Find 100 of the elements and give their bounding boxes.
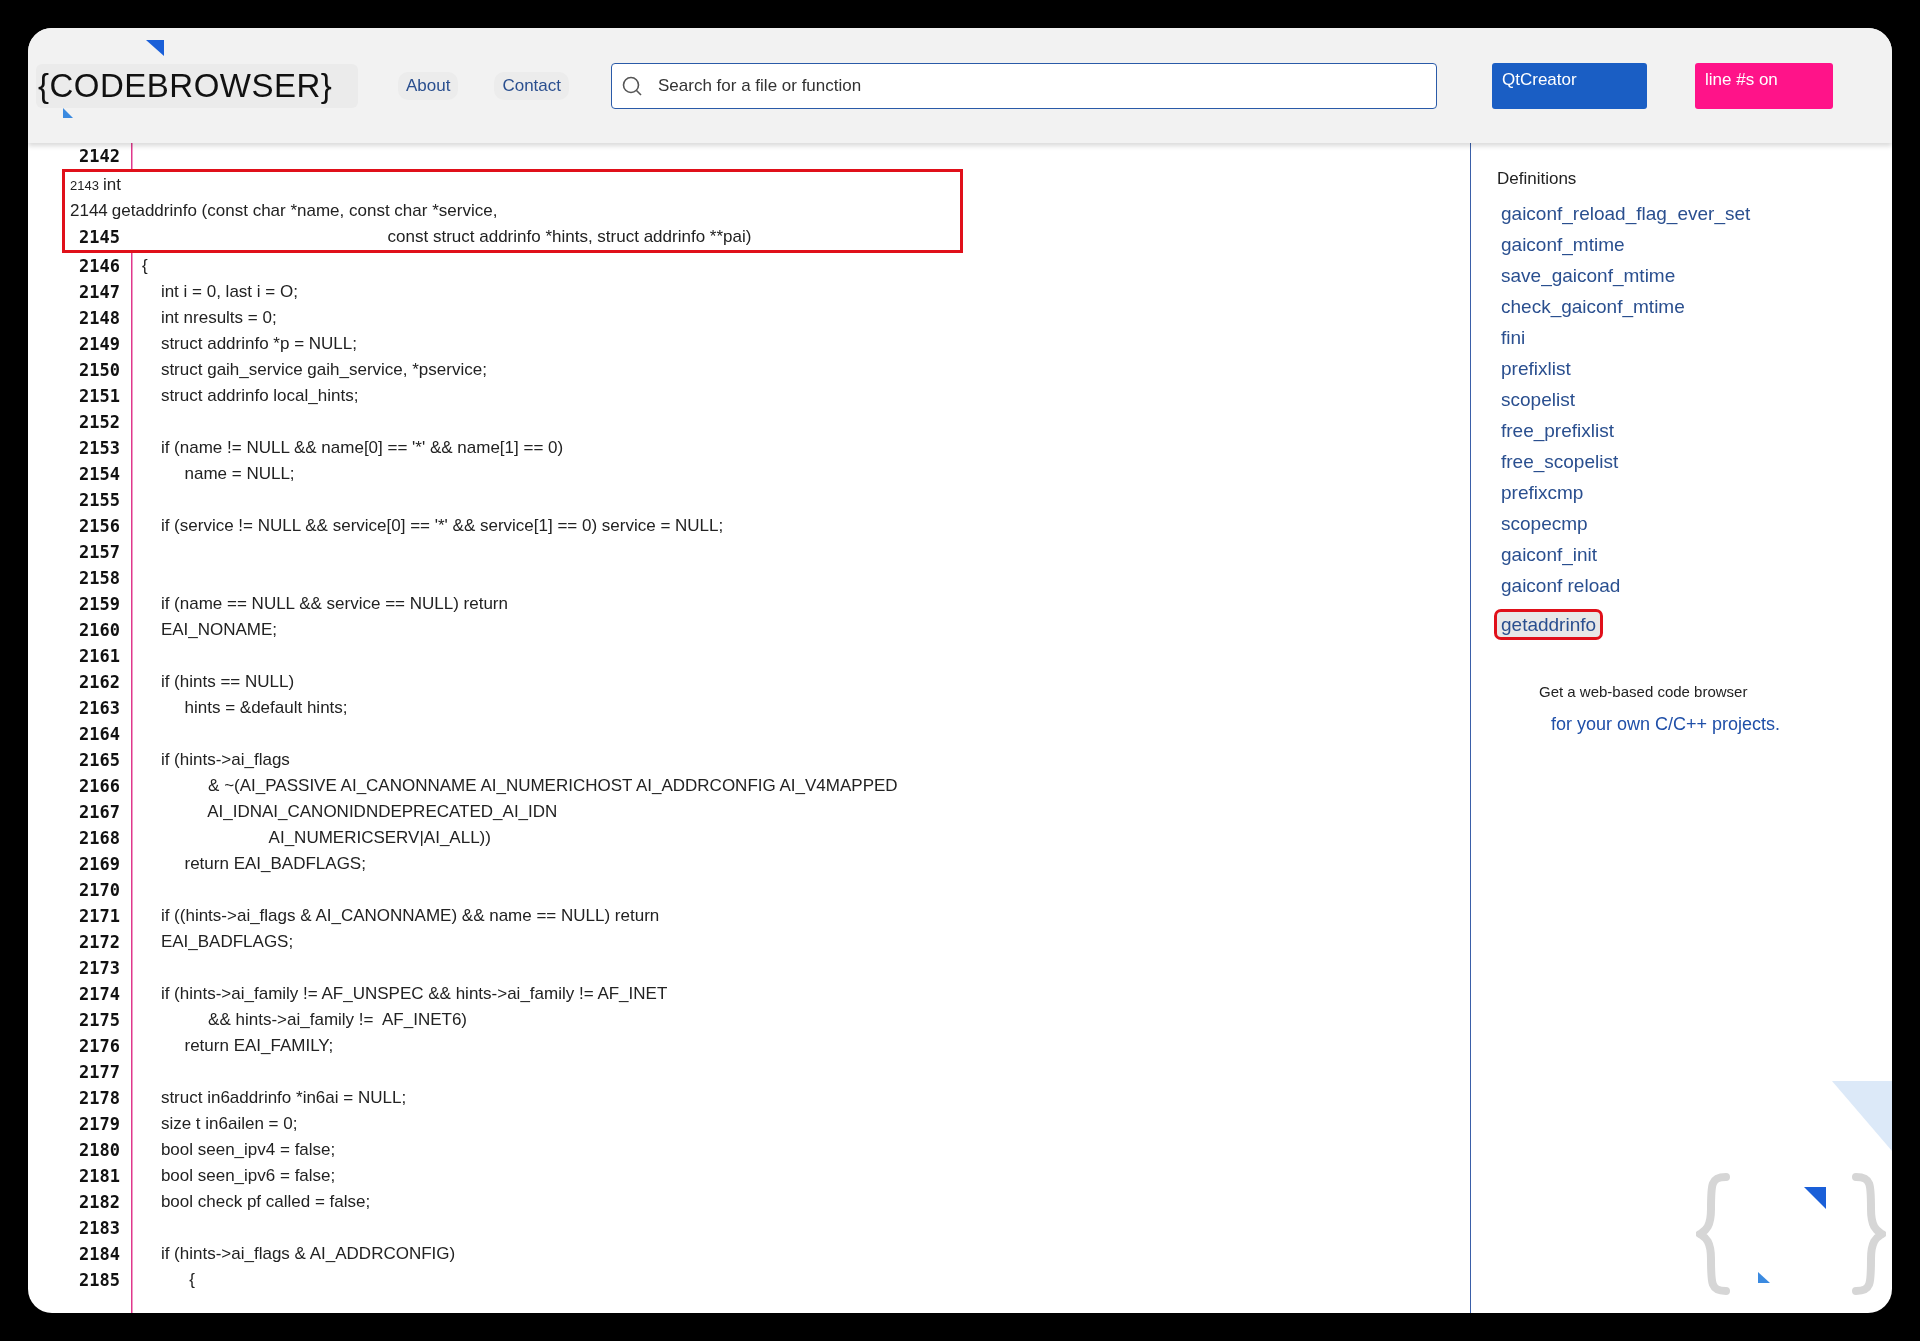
line-number: 2160	[78, 620, 120, 640]
definition-link[interactable]: fini	[1497, 325, 1530, 350]
code-line: hints = &default hints;	[183, 698, 348, 718]
line-number: 2175	[78, 1010, 120, 1030]
code-line: if (hints->ai_flags	[159, 750, 290, 770]
line-number: 2148	[78, 308, 120, 328]
line-number: 2150	[78, 360, 120, 380]
line-number: 2154	[78, 464, 120, 484]
code-line: struct in6addrinfo *in6ai = NULL;	[159, 1088, 407, 1108]
line-number: 2156	[78, 516, 120, 536]
definition-link[interactable]: gaiconf_reload_flag_ever_set	[1497, 201, 1755, 226]
line-number: 2142	[78, 146, 120, 166]
promo-text: Get a web-based code browser	[1539, 683, 1748, 700]
definition-link[interactable]: scopecmp	[1497, 511, 1592, 536]
code-line: bool check pf called = false;	[159, 1192, 371, 1212]
line-number: 2181	[78, 1166, 120, 1186]
line-number: 2174	[78, 984, 120, 1004]
line-number: 2157	[78, 542, 120, 562]
line-number: 2171	[78, 906, 120, 926]
line-number: 2162	[78, 672, 120, 692]
code-line: name = NULL;	[183, 464, 295, 484]
code-line: if (service != NULL && service[0] == '*' && service[1] == 0) service = NULL;	[159, 516, 724, 536]
code-line: const struct addrinfo *hints, struct addrinfo **pai)	[386, 227, 752, 247]
code-line: {	[188, 1270, 195, 1290]
code-line: return EAI_BADFLAGS;	[183, 854, 366, 874]
line-number: 2144	[70, 201, 108, 221]
line-number: 2152	[78, 412, 120, 432]
code-line: struct addrinfo *p = NULL;	[159, 334, 357, 354]
definition-link[interactable]: getaddrinfo	[1497, 612, 1601, 637]
code-line: AI_NUMERICSERV|AI_ALL))	[267, 828, 491, 848]
definition-link[interactable]: save_gaiconf_mtime	[1497, 263, 1680, 288]
code-line: {	[142, 256, 148, 276]
definition-link[interactable]: gaiconf_mtime	[1497, 232, 1629, 257]
definition-link[interactable]: free_prefixlist	[1497, 418, 1618, 443]
code-line: int	[102, 175, 121, 195]
code-line: if (name != NULL && name[0] == '*' && name[1] == 0)	[159, 438, 564, 458]
code-line: bool seen_ipv6 = false;	[159, 1166, 336, 1186]
line-number: 2173	[78, 958, 120, 978]
line-number: 2185	[78, 1270, 120, 1290]
line-number: 2146	[78, 256, 120, 276]
code-line: getaddrinfo (const char *name, const char *service,	[111, 201, 498, 221]
code-line: if (hints->ai_flags & AI_ADDRCONFIG)	[159, 1244, 456, 1264]
definition-link[interactable]: gaiconf reload	[1497, 573, 1625, 598]
line-number: 2161	[78, 646, 120, 666]
code-line: struct gaih_service gaih_service, *pservice;	[159, 360, 487, 380]
line-number: 2178	[78, 1088, 120, 1108]
code-line: EAI_NONAME;	[159, 620, 278, 640]
definition-link[interactable]: prefixlist	[1497, 356, 1575, 381]
definition-link[interactable]: check_gaiconf_mtime	[1497, 294, 1689, 319]
line-number: 2170	[78, 880, 120, 900]
definition-link[interactable]: free_scopelist	[1497, 449, 1623, 474]
definition-link[interactable]: scopelist	[1497, 387, 1579, 412]
line-number: 2143	[70, 177, 99, 193]
promo-link[interactable]: for your own C/C++ projects.	[1551, 714, 1781, 735]
editor-button[interactable]: QtCreator	[1492, 62, 1648, 109]
search-field[interactable]: Search for a file or function	[611, 62, 1438, 109]
line-number: 2155	[78, 490, 120, 510]
code-line: AI_IDNAI_CANONIDNDEPRECATED_AI_IDN	[206, 802, 558, 822]
code-line: bool seen_ipv4 = false;	[159, 1140, 336, 1160]
code-line: size t in6ailen = 0;	[159, 1114, 298, 1134]
line-number: 2180	[78, 1140, 120, 1160]
line-number: 2159	[78, 594, 120, 614]
code-line: if (hints->ai_family != AF_UNSPEC && hints->ai_family != AF_INET	[159, 984, 668, 1004]
line-number: 2172	[78, 932, 120, 952]
line-number: 2164	[78, 724, 120, 744]
corner-triangle-icon	[1832, 1081, 1892, 1151]
triangle-icon	[146, 39, 164, 56]
line-number: 2176	[78, 1036, 120, 1056]
line-number: 2184	[78, 1244, 120, 1264]
code-line: if ((hints->ai_flags & AI_CANONNAME) && name == NULL) return	[159, 906, 660, 926]
definition-link[interactable]: prefixcmp	[1497, 480, 1588, 505]
line-number: 2151	[78, 386, 120, 406]
line-number: 2183	[78, 1218, 120, 1238]
line-number: 2179	[78, 1114, 120, 1134]
line-number: 2182	[78, 1192, 120, 1212]
code-line: & ~(AI_PASSIVE AI_CANONNAME AI_NUMERICHOST AI_ADDRCONFIG AI_V4MAPPED	[207, 776, 898, 796]
definition-link[interactable]: gaiconf_init	[1497, 542, 1602, 567]
code-line: int i = 0, last i = O;	[159, 282, 298, 302]
code-line: struct addrinfo local_hints;	[159, 386, 359, 406]
line-number: 2165	[78, 750, 120, 770]
triangle-icon	[63, 107, 73, 118]
line-number: 2167	[78, 802, 120, 822]
code-line: && hints->ai_family != AF_INET6)	[207, 1010, 467, 1030]
line-number: 2163	[78, 698, 120, 718]
nav-link[interactable]: Contact	[494, 71, 570, 100]
section-title: Definitions	[1497, 169, 1577, 189]
line-numbers-button[interactable]: line #s on	[1695, 62, 1834, 109]
line-number: 2158	[78, 568, 120, 588]
code-line: if (hints == NULL)	[159, 672, 295, 692]
line-number: 2168	[78, 828, 120, 848]
line-number: 2153	[78, 438, 120, 458]
line-number: 2177	[78, 1062, 120, 1082]
nav-link[interactable]: About	[398, 71, 459, 100]
line-number: 2145	[78, 227, 120, 247]
line-number: 2147	[78, 282, 120, 302]
code-line: return EAI_FAMILY;	[183, 1036, 334, 1056]
code-line: if (name == NULL && service == NULL) return	[159, 594, 508, 614]
line-number: 2166	[78, 776, 120, 796]
line-number: 2169	[78, 854, 120, 874]
code-line: EAI_BADFLAGS;	[159, 932, 294, 952]
